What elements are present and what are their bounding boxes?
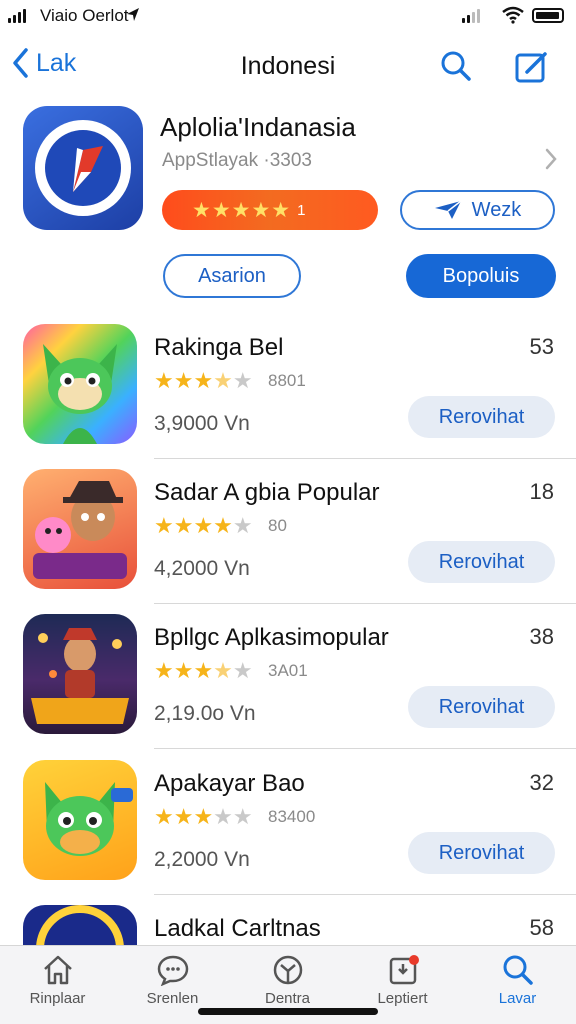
- list-item[interactable]: Sadar A gbia Popular 18 ★★★★★ 80 4,2000 …: [0, 469, 576, 615]
- logo-icon: [36, 905, 124, 993]
- search-icon[interactable]: [440, 50, 472, 82]
- wezk-button[interactable]: Wezk: [400, 190, 555, 230]
- app-rank: 18: [529, 479, 554, 504]
- app-rank: 38: [529, 624, 554, 649]
- tab-label: Leptiert: [377, 990, 428, 1007]
- tab-label: Rinplaar: [29, 990, 86, 1007]
- home-indicator: [198, 1008, 378, 1015]
- featured-app-title[interactable]: Aplolia'Indanasia: [160, 112, 356, 143]
- divider: [154, 458, 576, 459]
- app-name: Bpllgc Aplkasimopular: [154, 624, 389, 651]
- featured-app-subtitle: AppStlayak ·3303: [162, 150, 312, 171]
- updates-icon: [389, 955, 419, 985]
- app-price: 3,9000 Vn: [154, 412, 250, 435]
- app-icon: [23, 469, 137, 589]
- star-rating-icon: ★★★★★: [154, 658, 253, 683]
- chevron-right-icon[interactable]: [544, 148, 558, 170]
- navigation-bar: Lak Indonesi: [0, 40, 576, 92]
- star-rating-icon: ★★★★★: [154, 368, 253, 393]
- tab-label: Dentra: [264, 990, 311, 1007]
- status-bar: Viaio Oerlot: [0, 0, 576, 34]
- paper-plane-icon: [434, 200, 462, 219]
- rating-count: 83400: [268, 807, 316, 826]
- featured-app-icon[interactable]: [23, 106, 143, 230]
- get-button[interactable]: Rerovihat: [408, 832, 555, 874]
- wezk-label: Wezk: [471, 198, 522, 221]
- list-item[interactable]: Rakinga Bel 53 ★★★★★ 8801 3,9000 Vn Rero…: [0, 324, 576, 470]
- app-price: 2,2000 Vn: [154, 848, 250, 871]
- featured-rating-count: 1: [297, 201, 306, 219]
- star-rating-icon: ★★★★★: [154, 513, 253, 538]
- tab-updates[interactable]: Leptiert: [345, 954, 460, 1007]
- app-name: Rakinga Bel: [154, 334, 284, 361]
- battery-icon: [532, 8, 564, 23]
- app-icon: [23, 760, 137, 880]
- tab-explore[interactable]: Dentra: [230, 954, 345, 1007]
- search-icon: [503, 955, 533, 985]
- rating-count: 3A01: [268, 661, 308, 680]
- rating-count: 8801: [268, 371, 306, 390]
- tab-search[interactable]: Lavar: [460, 954, 575, 1007]
- get-button[interactable]: Rerovihat: [408, 686, 555, 728]
- app-rank: 58: [529, 915, 554, 940]
- featured-rating-pill[interactable]: ★★★★★ 1: [162, 190, 378, 230]
- rating-stars-icon: ★★★★★: [192, 198, 292, 222]
- home-icon: [43, 955, 72, 985]
- wifi-icon: [502, 6, 524, 24]
- cellular-icon: [462, 9, 480, 23]
- page-title: Indonesi: [240, 52, 336, 80]
- app-name: Apakayar Bao: [154, 770, 305, 797]
- character-icon: [43, 344, 117, 444]
- carrier-label: Viaio Oerlot: [40, 6, 129, 25]
- tab-home[interactable]: Rinplaar: [0, 954, 115, 1007]
- list-item[interactable]: Bpllgc Aplkasimopular 38 ★★★★★ 3A01 2,19…: [0, 614, 576, 760]
- compose-icon[interactable]: [514, 50, 550, 84]
- character-icon: [45, 782, 133, 856]
- tab-label: Srenlen: [146, 990, 199, 1007]
- compass-icon: [273, 955, 302, 985]
- rating-count: 80: [268, 516, 287, 535]
- popular-button[interactable]: Bopoluis: [406, 254, 556, 298]
- app-icon: [23, 324, 137, 444]
- app-price: 2,19.0o Vn: [154, 702, 256, 725]
- divider: [154, 748, 576, 749]
- get-button[interactable]: Rerovihat: [408, 396, 555, 438]
- tab-chat[interactable]: Srenlen: [115, 954, 230, 1007]
- app-rank: 53: [529, 334, 554, 359]
- signal-icon: [8, 9, 26, 23]
- star-rating-icon: ★★★★★: [154, 804, 253, 829]
- character-icon: [33, 481, 127, 579]
- character-icon: [31, 628, 129, 724]
- flag-logo-icon: [73, 146, 103, 192]
- divider: [154, 603, 576, 604]
- list-item[interactable]: Apakayar Bao 32 ★★★★★ 83400 2,2000 Vn Re…: [0, 760, 576, 906]
- app-price: 4,2000 Vn: [154, 557, 250, 580]
- divider: [154, 894, 576, 895]
- app-name: Ladkal Carltnas: [154, 915, 321, 942]
- app-name: Sadar A gbia Popular: [154, 479, 380, 506]
- outline-action-button[interactable]: Asarion: [163, 254, 301, 298]
- tab-label: Lavar: [498, 990, 537, 1007]
- chat-icon: [157, 955, 188, 986]
- app-icon: [23, 614, 137, 734]
- get-button[interactable]: Rerovihat: [408, 541, 555, 583]
- location-arrow-icon: [127, 8, 139, 21]
- app-rank: 32: [529, 770, 554, 795]
